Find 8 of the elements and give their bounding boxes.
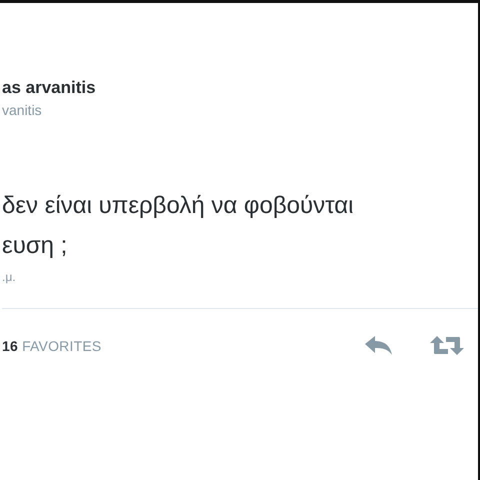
tweet-text: δεν είναι υπερβολή να φοβούνται bbox=[2, 191, 354, 221]
author-handle[interactable]: vanitis bbox=[2, 101, 42, 119]
favorites-count: 16 FAVORITES bbox=[2, 338, 102, 354]
retweet-icon[interactable] bbox=[430, 336, 464, 355]
reply-icon[interactable] bbox=[365, 336, 392, 355]
tweet-text: ευση ; bbox=[2, 231, 68, 261]
timestamp[interactable]: .μ. bbox=[2, 270, 16, 284]
author-name[interactable]: as arvanitis bbox=[2, 77, 96, 99]
